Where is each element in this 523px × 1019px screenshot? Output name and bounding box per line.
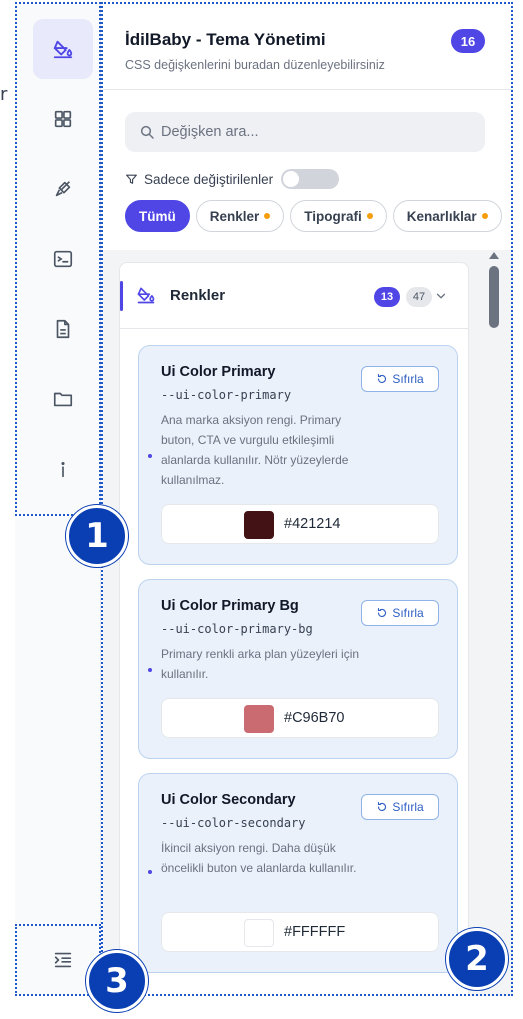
filter-icon [126, 174, 137, 184]
scroll-up-arrow[interactable] [489, 252, 499, 259]
modified-dot [148, 668, 152, 672]
reset-label: Sıfırla [392, 606, 424, 620]
variable-card: Ui Color Primary Bg --ui-color-primary-b… [138, 579, 458, 759]
grid-icon [54, 110, 72, 128]
toggle-knob [283, 171, 300, 187]
modified-dot [366, 213, 373, 219]
changed-only-toggle[interactable] [281, 169, 340, 189]
color-hex-value: #421214 [284, 516, 341, 532]
changed-count-badge: 13 [374, 287, 400, 307]
theme-colors-nav-button[interactable] [33, 19, 93, 79]
color-hex-value: #C96B70 [284, 710, 345, 726]
chip-typography[interactable]: Tipografi [290, 200, 387, 232]
group-accent-bar [120, 281, 123, 311]
variable-title: Ui Color Primary Bg [161, 598, 299, 614]
terminal-icon [53, 250, 73, 268]
changed-only-label: Sadece değiştirilenler [144, 171, 274, 187]
color-swatch[interactable] [244, 511, 274, 539]
theme-manager-panel: İdilBaby - Tema Yönetimi CSS değişkenler… [103, 2, 513, 996]
category-chips: Tümü Renkler Tipografi Kenarlıklar [125, 200, 513, 234]
variable-title: Ui Color Primary [161, 364, 276, 380]
variable-list-scroll-area: Renkler 13 47 Ui Color Primary --ui-colo… [103, 250, 513, 996]
scrollbar-thumb[interactable] [489, 266, 499, 328]
variable-description: Primary renkli arka plan yüzeyleri için … [161, 647, 360, 681]
callout-3: 3 [86, 950, 148, 1012]
color-swatch[interactable] [244, 705, 274, 733]
reset-button[interactable]: Sıfırla [361, 794, 439, 820]
folder-icon [53, 392, 73, 407]
modified-dot [481, 213, 488, 219]
modified-dot [264, 213, 271, 219]
color-input[interactable]: #C96B70 [161, 698, 439, 738]
document-icon [56, 319, 70, 339]
indent-icon [54, 952, 72, 968]
chip-colors[interactable]: Renkler [195, 200, 285, 232]
chip-label: Tipografi [304, 208, 362, 224]
info-icon [61, 461, 65, 478]
brush-nav-button[interactable] [33, 159, 93, 219]
reset-icon [378, 607, 387, 617]
variable-card: Ui Color Primary --ui-color-primary Ana … [138, 345, 458, 565]
callout-1: 1 [66, 505, 128, 567]
panel-title: İdilBaby - Tema Yönetimi [125, 30, 326, 49]
variable-description: Ana marka aksiyon rengi. Primary buton, … [161, 413, 349, 487]
brush-icon [55, 181, 71, 197]
color-input[interactable]: #FFFFFF [161, 912, 439, 952]
group-title: Renkler [170, 287, 226, 304]
folder-nav-button[interactable] [33, 369, 93, 429]
variable-title: Ui Color Secondary [161, 792, 296, 808]
reset-label: Sıfırla [392, 800, 424, 814]
variable-name: --ui-color-primary-bg [161, 622, 313, 636]
stray-text-fragment: r [0, 84, 8, 105]
reset-label: Sıfırla [392, 372, 424, 386]
chevron-down-icon [436, 293, 446, 299]
variable-name: --ui-color-secondary [161, 816, 306, 830]
modified-dot [148, 454, 152, 458]
variable-count-badge: 16 [451, 29, 485, 53]
reset-icon [378, 801, 387, 811]
terminal-nav-button[interactable] [33, 229, 93, 289]
variable-description: İkincil aksiyon rengi. Daha düşük önceli… [161, 841, 357, 875]
grid-nav-button[interactable] [33, 89, 93, 149]
callout-2: 2 [446, 928, 508, 990]
document-nav-button[interactable] [33, 299, 93, 359]
chip-label: Renkler [209, 208, 260, 224]
panel-subtitle: CSS değişkenlerini buradan düzenleyebili… [125, 58, 385, 72]
chip-borders[interactable]: Kenarlıklar [392, 200, 502, 232]
chip-label: Kenarlıklar [406, 208, 477, 224]
total-count-badge: 47 [406, 287, 432, 307]
modified-dot [148, 870, 152, 874]
info-nav-button[interactable] [33, 439, 93, 499]
variable-name: --ui-color-primary [161, 388, 292, 402]
variable-search-box[interactable] [125, 112, 485, 152]
paint-bucket-icon [53, 40, 73, 59]
chip-all[interactable]: Tümü [125, 200, 190, 232]
panel-header: İdilBaby - Tema Yönetimi CSS değişkenler… [103, 2, 513, 90]
changed-only-filter: Sadece değiştirilenler [125, 168, 340, 190]
search-icon [140, 125, 154, 139]
reset-button[interactable]: Sıfırla [361, 366, 439, 392]
colors-group-header[interactable]: Renkler 13 47 [120, 263, 468, 329]
variable-search-input[interactable] [161, 124, 461, 140]
chip-label: Tümü [139, 208, 176, 224]
reset-icon [378, 373, 387, 383]
color-hex-value: #FFFFFF [284, 924, 346, 940]
paint-bucket-icon [137, 287, 155, 304]
icon-sidebar [15, 2, 101, 996]
color-swatch[interactable] [244, 919, 274, 947]
colors-group: Renkler 13 47 Ui Color Primary --ui-colo… [119, 262, 469, 996]
color-input[interactable]: #421214 [161, 504, 439, 544]
variable-card: Ui Color Secondary --ui-color-secondary … [138, 773, 458, 973]
collapse-sidebar-button[interactable] [33, 930, 93, 990]
reset-button[interactable]: Sıfırla [361, 600, 439, 626]
vertical-scrollbar[interactable] [488, 250, 500, 996]
